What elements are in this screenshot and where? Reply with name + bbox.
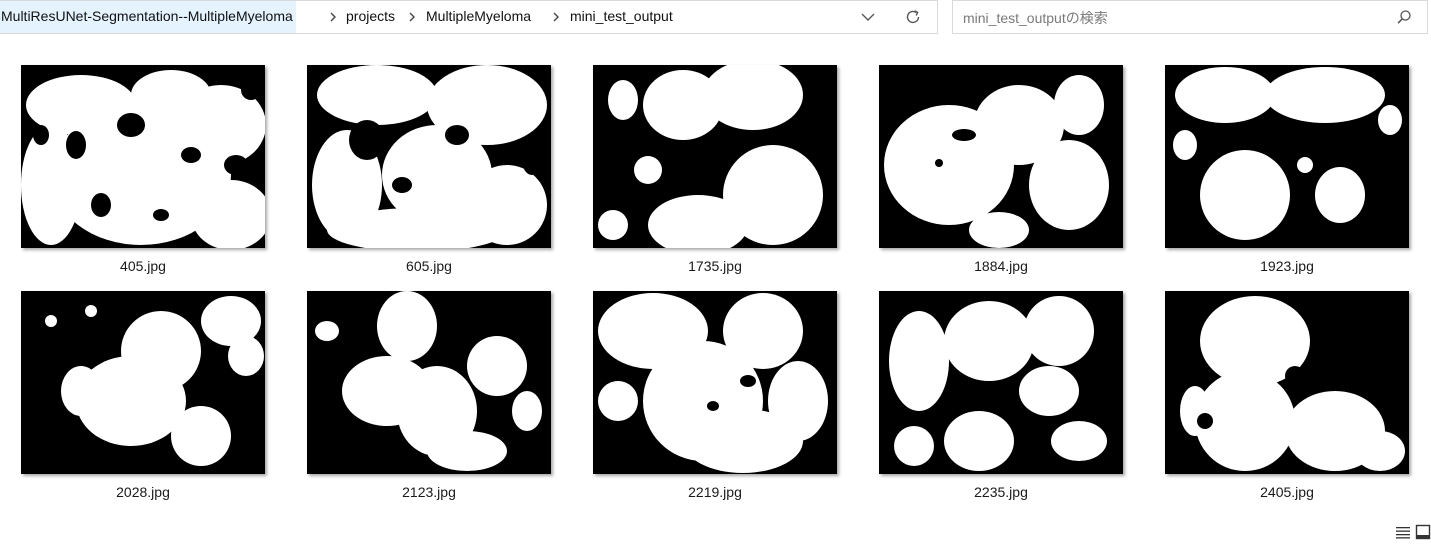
file-item[interactable]: 2235.jpg	[879, 291, 1123, 511]
breadcrumb-item-root[interactable]: MultiResUNet-Segmentation--MultipleMyelo…	[0, 1, 296, 33]
search-input[interactable]	[961, 6, 1385, 30]
address-bar[interactable]: MultiResUNet-Segmentation--MultipleMyelo…	[0, 0, 938, 34]
file-thumbnail[interactable]	[307, 65, 551, 248]
file-item[interactable]: 605.jpg	[307, 65, 551, 285]
file-thumbnail[interactable]	[307, 291, 551, 474]
refresh-icon[interactable]	[898, 2, 928, 32]
file-thumbnail[interactable]	[1165, 65, 1409, 248]
file-item[interactable]: 405.jpg	[21, 65, 265, 285]
view-switcher	[1371, 521, 1431, 543]
file-item[interactable]: 2219.jpg	[593, 291, 837, 511]
chevron-right-icon[interactable]	[405, 1, 419, 33]
chevron-right-icon[interactable]	[549, 1, 563, 33]
search-icon[interactable]	[1389, 2, 1419, 32]
search-box[interactable]	[952, 0, 1428, 34]
file-name: 2235.jpg	[974, 484, 1028, 500]
file-name: 1884.jpg	[974, 258, 1028, 274]
file-name: 405.jpg	[120, 258, 166, 274]
file-name: 1735.jpg	[688, 258, 742, 274]
file-thumbnail[interactable]	[21, 291, 265, 474]
file-name: 605.jpg	[406, 258, 452, 274]
file-thumbnail[interactable]	[1165, 291, 1409, 474]
chevron-right-icon[interactable]	[326, 1, 340, 33]
file-item[interactable]: 1923.jpg	[1165, 65, 1409, 285]
breadcrumb-item-projects[interactable]: projects	[344, 1, 397, 33]
file-thumbnail[interactable]	[879, 65, 1123, 248]
details-view-icon[interactable]	[1395, 525, 1411, 539]
file-item[interactable]: 2028.jpg	[21, 291, 265, 511]
large-icons-view-icon[interactable]	[1415, 524, 1431, 540]
file-thumbnail[interactable]	[21, 65, 265, 248]
file-item[interactable]: 2123.jpg	[307, 291, 551, 511]
breadcrumb-item-multiplemyeloma[interactable]: MultipleMyeloma	[424, 1, 533, 33]
chevron-down-icon[interactable]	[853, 2, 883, 32]
file-name: 2123.jpg	[402, 484, 456, 500]
file-thumbnail[interactable]	[593, 65, 837, 248]
file-item[interactable]: 2405.jpg	[1165, 291, 1409, 511]
toolbar: MultiResUNet-Segmentation--MultipleMyelo…	[0, 0, 1431, 36]
file-thumbnail[interactable]	[593, 291, 837, 474]
file-name: 2028.jpg	[116, 484, 170, 500]
file-thumbnail[interactable]	[879, 291, 1123, 474]
breadcrumb-item-mini-test-output[interactable]: mini_test_output	[568, 1, 675, 33]
file-item[interactable]: 1884.jpg	[879, 65, 1123, 285]
file-item[interactable]: 1735.jpg	[593, 65, 837, 285]
file-name: 2405.jpg	[1260, 484, 1314, 500]
file-name: 1923.jpg	[1260, 258, 1314, 274]
file-name: 2219.jpg	[688, 484, 742, 500]
